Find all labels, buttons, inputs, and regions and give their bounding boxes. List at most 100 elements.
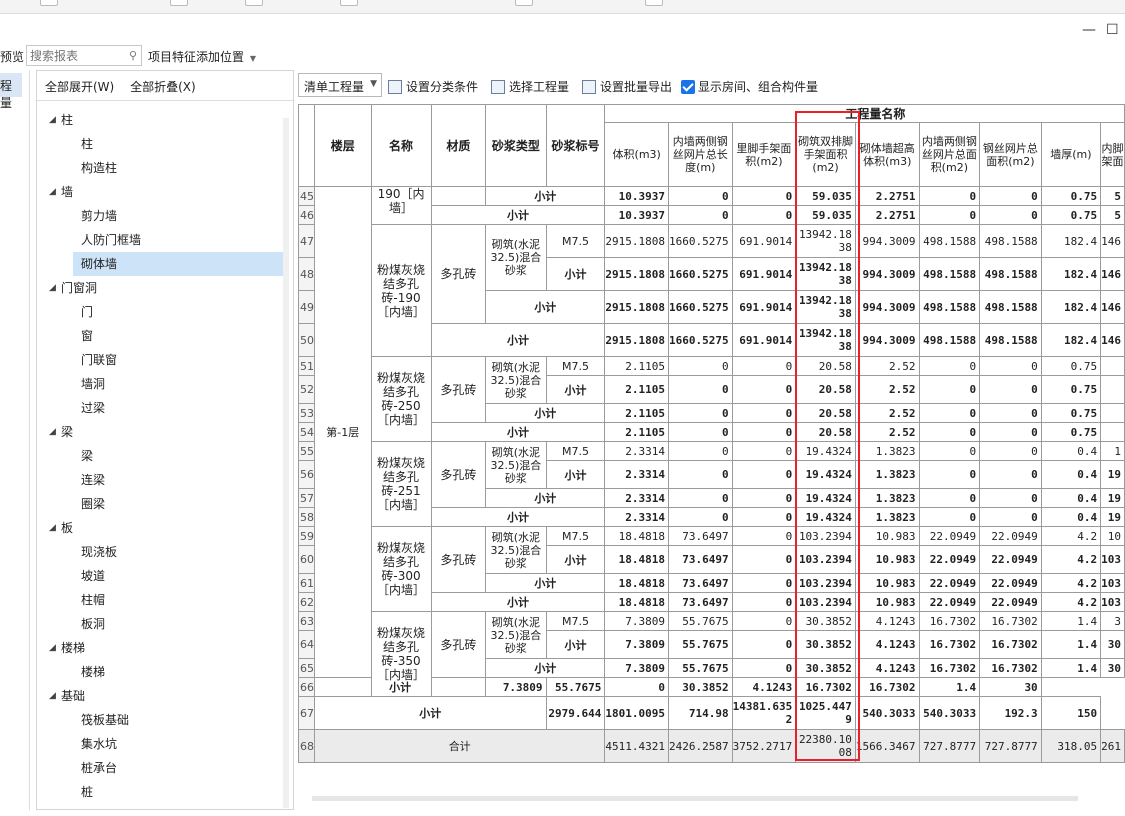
cell[interactable]: 18.4818: [604, 592, 669, 612]
cell[interactable]: 13942.1838: [795, 224, 856, 258]
cell[interactable]: 691.9014: [731, 290, 797, 324]
cell[interactable]: 0: [918, 403, 981, 423]
cell[interactable]: 0: [979, 488, 1042, 508]
cell[interactable]: 182.4: [1040, 224, 1102, 258]
collapse-all-button[interactable]: 全部折叠(X): [130, 80, 196, 94]
cell[interactable]: 1025.4479: [795, 696, 856, 730]
cell[interactable]: 0: [667, 488, 733, 508]
tree-item[interactable]: 圈梁: [37, 492, 285, 516]
tree-item[interactable]: 柱帽: [37, 588, 285, 612]
tree-group-beam[interactable]: ◢ 梁: [37, 420, 285, 444]
cell[interactable]: 2.52: [854, 422, 920, 442]
cell[interactable]: 13942.1838: [795, 290, 856, 324]
cell[interactable]: 0: [667, 441, 733, 461]
cell[interactable]: 150: [1040, 696, 1102, 730]
cell[interactable]: 10.983: [854, 592, 920, 612]
cell[interactable]: 146: [1100, 323, 1125, 357]
tree-item[interactable]: 连梁: [37, 468, 285, 492]
cell[interactable]: 0: [731, 375, 797, 404]
cell[interactable]: 0: [667, 422, 733, 442]
cell[interactable]: 2915.1808: [604, 257, 669, 291]
cell[interactable]: 4.2: [1040, 526, 1102, 546]
cell[interactable]: [1100, 403, 1125, 423]
collapse-arrow-icon[interactable]: ◢: [49, 180, 56, 204]
cell[interactable]: 146: [1100, 224, 1125, 258]
toolbar-icon[interactable]: [515, 0, 533, 6]
cell[interactable]: 0: [918, 375, 981, 404]
cell[interactable]: 3: [1100, 611, 1125, 631]
col-partial[interactable]: 内脚架面: [1100, 122, 1125, 187]
cell[interactable]: 0: [731, 488, 797, 508]
cell[interactable]: 0.75: [1040, 375, 1102, 404]
minimize-button[interactable]: —: [1082, 22, 1096, 38]
cell[interactable]: 22.0949: [918, 592, 981, 612]
cell[interactable]: 0: [918, 441, 981, 461]
cell[interactable]: 2.1105: [604, 375, 669, 404]
cell[interactable]: 0: [731, 205, 797, 225]
cell[interactable]: 16.7302: [918, 658, 981, 678]
table-row[interactable]: 59 粉煤灰烧结多孔砖-300［内墙］ 多孔砖 砌筑(水泥32.5)混合砂浆 M…: [298, 526, 1125, 612]
tree-item[interactable]: 门联窗: [37, 348, 285, 372]
set-category-button[interactable]: 设置分类条件: [388, 78, 478, 95]
cell[interactable]: 0: [979, 460, 1042, 489]
cell[interactable]: 2.52: [854, 356, 920, 376]
cell[interactable]: 498.1588: [918, 257, 981, 291]
cell[interactable]: 10.983: [854, 573, 920, 593]
cell[interactable]: 146: [1100, 290, 1125, 324]
cell[interactable]: 727.8777: [979, 729, 1042, 763]
cell[interactable]: 20.58: [795, 403, 856, 423]
cell[interactable]: 0: [731, 573, 797, 593]
cell[interactable]: 2.52: [854, 375, 920, 404]
cell[interactable]: 0: [979, 507, 1042, 527]
cell[interactable]: 22.0949: [918, 545, 981, 574]
cell[interactable]: 2.1105: [604, 356, 669, 376]
cell[interactable]: 0.75: [1040, 205, 1102, 225]
cell[interactable]: [1100, 356, 1125, 376]
toolbar-icon[interactable]: [40, 0, 58, 6]
cell[interactable]: 0: [979, 205, 1042, 225]
col-volume[interactable]: 体积(m3): [604, 122, 669, 187]
cell[interactable]: 0.75: [1040, 356, 1102, 376]
col-thickness[interactable]: 墙厚(m): [1040, 122, 1102, 187]
cell[interactable]: 0.75: [1040, 403, 1102, 423]
cell[interactable]: 2.3314: [604, 441, 669, 461]
cell[interactable]: 0: [731, 356, 797, 376]
cell[interactable]: 20.58: [795, 356, 856, 376]
cell[interactable]: 103.2394: [795, 592, 856, 612]
tree-item[interactable]: 桩承台: [37, 756, 285, 780]
cell[interactable]: 2915.1808: [604, 224, 669, 258]
cell[interactable]: 4.2: [1040, 592, 1102, 612]
cell[interactable]: 10.3937: [604, 186, 669, 206]
cell[interactable]: 1.3823: [854, 441, 920, 461]
tree-item[interactable]: 墙洞: [37, 372, 285, 396]
cell[interactable]: 0: [731, 630, 797, 659]
table-row[interactable]: 67 小计 2979.644 1801.0095 714.98 14381.63…: [298, 696, 1125, 730]
cell[interactable]: 0: [667, 403, 733, 423]
cell[interactable]: 55.7675: [545, 677, 606, 697]
collapse-arrow-icon[interactable]: ◢: [49, 684, 56, 708]
cell[interactable]: 4.2: [1040, 573, 1102, 593]
cell[interactable]: 103: [1100, 592, 1125, 612]
col-mesh-area[interactable]: 钢丝网片总面积(m2): [979, 122, 1042, 187]
cell[interactable]: 1801.0095: [604, 696, 669, 730]
cell[interactable]: 0: [979, 422, 1042, 442]
cell[interactable]: 19.4324: [795, 460, 856, 489]
table-row[interactable]: 55 粉煤灰烧结多孔砖-251［内墙］ 多孔砖 砌筑(水泥32.5)混合砂浆 M…: [298, 441, 1125, 527]
cell[interactable]: 1566.3467: [854, 729, 920, 763]
cell[interactable]: 498.1588: [979, 257, 1042, 291]
cell[interactable]: 0: [918, 488, 981, 508]
cell[interactable]: 994.3009: [854, 290, 920, 324]
toolbar-icon[interactable]: [645, 0, 663, 6]
tree-item[interactable]: 现浇板: [37, 540, 285, 564]
tree-item-selected[interactable]: 砌体墙: [73, 252, 285, 276]
cell[interactable]: 0: [918, 205, 981, 225]
toolbar-icon[interactable]: [170, 0, 188, 6]
cell[interactable]: 16.7302: [854, 677, 920, 697]
cell[interactable]: 498.1588: [918, 290, 981, 324]
feature-position-dropdown[interactable]: 项目特征添加位置 ▼: [148, 48, 256, 65]
cell[interactable]: 0: [667, 460, 733, 489]
cell[interactable]: 22380.1008: [795, 729, 856, 763]
tree-item[interactable]: 人防门框墙: [37, 228, 285, 252]
toolbar-icon[interactable]: [340, 0, 358, 6]
cell[interactable]: 10.983: [854, 526, 920, 546]
